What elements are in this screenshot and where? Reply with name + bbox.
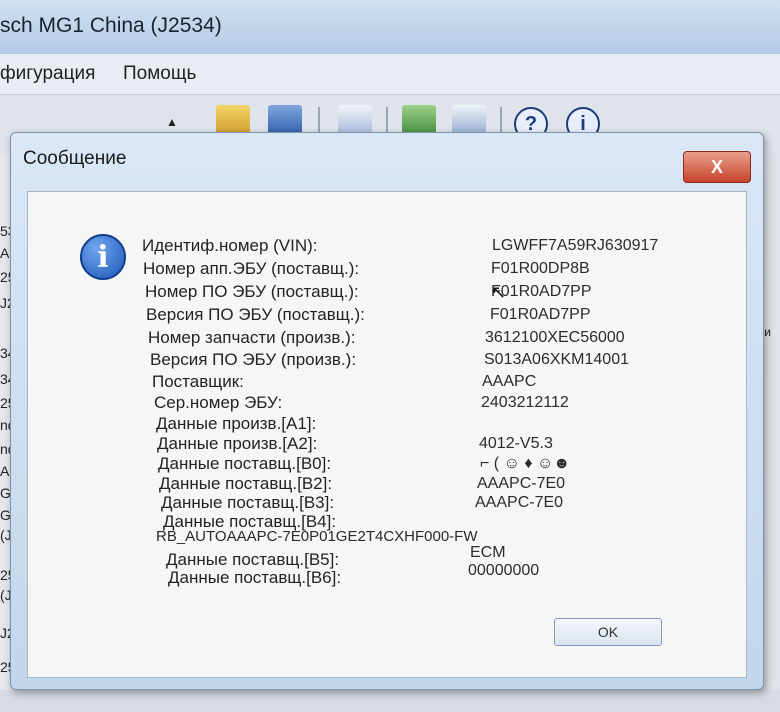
- menu-item-help[interactable]: Помощь: [123, 63, 196, 85]
- info-icon: i: [80, 234, 126, 280]
- app-title: sch MG1 China (J2534): [0, 14, 222, 37]
- row-label: Номер апп.ЭБУ (поставщ.):: [143, 259, 360, 278]
- scroll-up-arrow-icon[interactable]: ▲: [166, 115, 178, 129]
- close-button[interactable]: X: [683, 151, 751, 183]
- row-label: Версия ПО ЭБУ (поставщ.):: [146, 305, 365, 324]
- row-label: Поставщик:: [152, 372, 244, 391]
- info-row-vin: Идентиф.номер (VIN): LGWFF7A59RJ630917: [142, 236, 662, 258]
- row-value: AAAPC-7E0: [477, 475, 566, 492]
- info-row-ecu-hw: Номер апп.ЭБУ (поставщ.): F01R00DP8B: [143, 259, 663, 281]
- row-label: Данные поставщ.[B2]:: [159, 474, 333, 493]
- row-value: LGWFF7A59RJ630917: [492, 237, 659, 254]
- row-value: 4012-V5.3: [479, 435, 553, 452]
- info-row-a1: Данные произв.[A1]:: [156, 414, 676, 436]
- info-row-mfr-sw-version: Версия ПО ЭБУ (произв.): S013A06XKM14001: [150, 350, 670, 372]
- row-label: Данные поставщ.[B0]:: [158, 454, 332, 473]
- info-row-b6: Данные поставщ.[B6]: 00000000: [168, 562, 688, 590]
- row-value: 00000000: [468, 562, 540, 579]
- app-title-bar: sch MG1 China (J2534): [0, 0, 780, 55]
- row-label: Данные поставщ.[B3]:: [161, 493, 335, 512]
- ok-button[interactable]: OK: [554, 618, 662, 646]
- info-row-b0: Данные поставщ.[B0]: ⌐ ( ☺ ♦ ☺☻: [158, 454, 678, 476]
- row-label: Версия ПО ЭБУ (произв.):: [150, 350, 357, 369]
- info-row-ecu-sw-version: Версия ПО ЭБУ (поставщ.): F01R0AD7PP: [146, 305, 666, 327]
- info-row-supplier: Поставщик: AAAPC: [152, 372, 672, 394]
- row-label: Данные поставщ.[B5]:: [166, 550, 340, 569]
- row-label: Номер запчасти (произв.):: [148, 328, 356, 347]
- row-label: Сер.номер ЭБУ:: [154, 393, 283, 412]
- menu-item-configuration[interactable]: фигурация: [0, 63, 95, 85]
- row-label: Данные произв.[A2]:: [157, 434, 318, 453]
- row-value: 3612100XEC56000: [485, 329, 625, 346]
- row-value: F01R0AD7PP: [490, 306, 591, 323]
- b4-value: RB_AUTOAAAPC-7E0P01GE2T4CXHF000-FW: [156, 528, 478, 545]
- row-value: S013A06XKM14001: [484, 351, 629, 368]
- row-value: AAAPC: [482, 373, 537, 390]
- row-value: AAAPC-7E0: [475, 494, 564, 511]
- row-value: F01R00DP8B: [491, 260, 590, 277]
- row-value: 2403212112: [481, 394, 569, 411]
- info-row-part-number: Номер запчасти (произв.): 3612100XEC5600…: [148, 328, 668, 350]
- dialog-title: Сообщение: [23, 148, 127, 169]
- row-label: Данные произв.[A1]:: [156, 414, 317, 433]
- row-label: Идентиф.номер (VIN):: [142, 236, 318, 255]
- menu-bar: фигурация Помощь: [0, 54, 780, 95]
- row-label: Номер ПО ЭБУ (поставщ.):: [145, 282, 359, 301]
- info-row-ecu-sw-number: Номер ПО ЭБУ (поставщ.): F01R0AD7PP: [145, 282, 665, 304]
- info-row-a2: Данные произв.[A2]: 4012-V5.3: [157, 434, 677, 456]
- bottom-strip: [0, 690, 780, 712]
- info-row-serial: Сер.номер ЭБУ: 2403212112: [154, 393, 674, 415]
- mouse-cursor-icon: ↖: [491, 282, 507, 302]
- row-value: ECM: [470, 544, 506, 561]
- row-label: Данные поставщ.[B6]:: [168, 568, 342, 587]
- row-value: ⌐ ( ☺ ♦ ☺☻: [480, 455, 571, 472]
